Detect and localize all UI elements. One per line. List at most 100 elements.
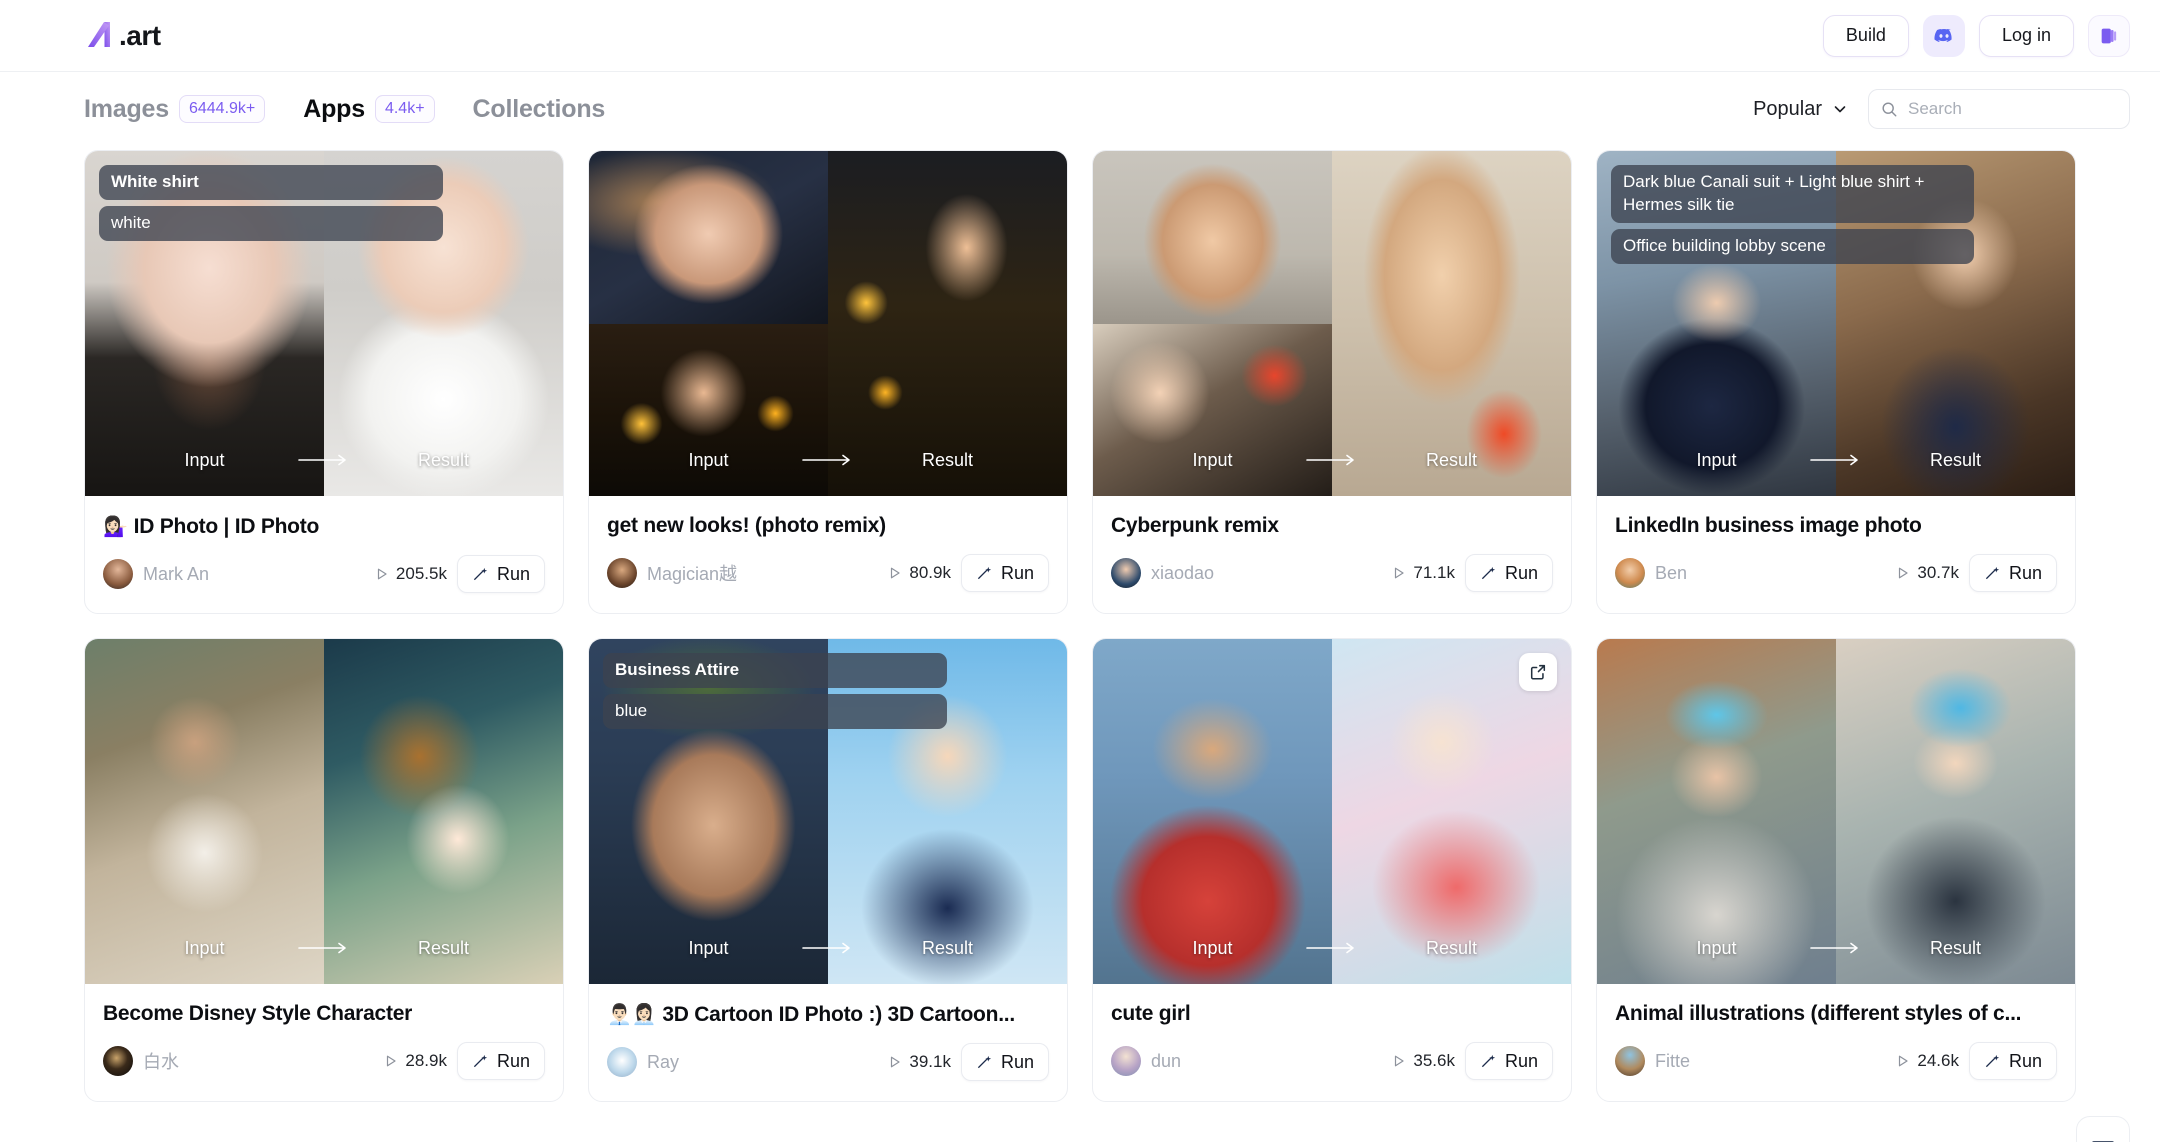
card-thumbnail: Input Result [85, 639, 563, 984]
play-count-icon [1395, 1055, 1404, 1067]
tab-images-count: 6444.9k+ [178, 94, 266, 124]
run-button[interactable]: Run [960, 554, 1049, 592]
avatar[interactable] [1111, 558, 1141, 588]
logo-text: .art [119, 19, 161, 51]
tag-item: white [99, 205, 444, 241]
a-logo-icon [88, 21, 110, 47]
avatar[interactable] [607, 1047, 637, 1077]
card-author[interactable]: Mark An [143, 564, 365, 585]
run-button[interactable]: Run [456, 555, 545, 593]
run-button[interactable]: Run [1968, 1042, 2057, 1080]
run-count-value: 24.6k [1917, 1051, 1959, 1070]
tab-images[interactable]: Images 6444.9k+ [84, 94, 266, 124]
card-author[interactable]: Magician越 [647, 560, 878, 586]
card-metarow: Magician越 80.9k Run [607, 554, 1049, 592]
card-metarow: Mark An 205.5k Run [103, 555, 545, 593]
app-card[interactable]: Input Result get new looks! (photo remix… [588, 150, 1068, 614]
run-count-value: 39.1k [909, 1052, 951, 1071]
card-title-text: ID Photo | ID Photo [133, 514, 320, 538]
discord-button[interactable] [1922, 14, 1965, 57]
avatar[interactable] [1615, 558, 1645, 588]
card-title: get new looks! (photo remix) [607, 514, 1049, 538]
search-input[interactable]: Search [1908, 99, 1962, 119]
run-button[interactable]: Run [1464, 554, 1553, 592]
share-button[interactable] [1519, 653, 1557, 691]
chevron-down-icon [1834, 106, 1846, 113]
run-count: 24.6k [1896, 1051, 1959, 1071]
thumb-tags: Business Attire blue [603, 653, 948, 729]
avatar[interactable] [607, 558, 637, 588]
app-card[interactable]: Input Result Cyberpunk remix xiaodao 71.… [1092, 150, 1572, 614]
card-author[interactable]: xiaodao [1151, 563, 1382, 584]
avatar[interactable] [103, 559, 133, 589]
library-button[interactable] [2088, 14, 2130, 57]
tab-collections-label: Collections [472, 94, 606, 123]
sparkle-wand-icon [1985, 566, 2000, 579]
thumb-tags: Dark blue Canali suit + Light blue shirt… [1611, 165, 1975, 264]
thumb-input [1093, 639, 1332, 984]
run-count-value: 205.5k [395, 564, 447, 583]
build-button[interactable]: Build [1822, 14, 1909, 57]
logo[interactable]: .art [84, 19, 161, 53]
sort-dropdown[interactable]: Popular [1753, 98, 1848, 121]
app-card[interactable]: White shirt white Input Result 💁🏻‍♀️ ID … [84, 150, 564, 614]
run-button[interactable]: Run [1968, 554, 2057, 592]
header-actions: Build Log in [1822, 14, 2130, 57]
tab-images-label: Images [84, 94, 169, 123]
run-button-label: Run [2008, 562, 2042, 583]
avatar[interactable] [103, 1046, 133, 1076]
card-author[interactable]: 白水 [143, 1048, 374, 1074]
run-button[interactable]: Run [1464, 1042, 1553, 1080]
card-title: Become Disney Style Character [103, 1002, 545, 1026]
tag-item: Business Attire [603, 653, 948, 688]
search-box[interactable]: Search [1868, 89, 2130, 129]
avatar[interactable] [1615, 1046, 1645, 1076]
sparkle-wand-icon [1985, 1054, 2000, 1067]
run-count: 205.5k [375, 564, 447, 584]
run-button-label: Run [1000, 1051, 1034, 1072]
tab-apps[interactable]: Apps 4.4k+ [303, 95, 435, 124]
run-count: 80.9k [888, 563, 951, 583]
card-author[interactable]: dun [1151, 1051, 1382, 1072]
run-count: 39.1k [888, 1052, 951, 1072]
run-button-label: Run [496, 563, 530, 584]
card-author[interactable]: Ray [647, 1052, 878, 1073]
avatar[interactable] [1111, 1046, 1141, 1076]
run-button[interactable]: Run [456, 1042, 545, 1080]
discord-icon [1934, 28, 1952, 42]
app-card[interactable]: Input Result Become Disney Style Charact… [84, 638, 564, 1102]
card-thumbnail: Input Result [1093, 151, 1571, 496]
card-metarow: Ben 30.7k Run [1615, 554, 2057, 592]
floating-action-button[interactable] [2076, 1116, 2130, 1142]
app-card[interactable]: Input Result cute girl dun 35.6k Run [1092, 638, 1572, 1102]
card-meta: get new looks! (photo remix) Magician越 8… [589, 496, 1067, 612]
run-count-value: 30.7k [1917, 563, 1959, 582]
play-count-icon [891, 1056, 900, 1068]
thumb-input [85, 639, 324, 984]
run-button[interactable]: Run [960, 1043, 1049, 1081]
sparkle-wand-icon [977, 1055, 992, 1068]
card-author[interactable]: Fitte [1655, 1051, 1886, 1072]
card-meta: LinkedIn business image photo Ben 30.7k [1597, 496, 2075, 612]
share-icon [1530, 664, 1546, 680]
login-button[interactable]: Log in [1978, 14, 2074, 57]
sparkle-wand-icon [1481, 566, 1496, 579]
app-card[interactable]: Business Attire blue Input Result 👨🏻‍💼👩🏻… [588, 638, 1068, 1102]
card-author[interactable]: Ben [1655, 563, 1886, 584]
thumb-input [589, 151, 828, 496]
card-title-text: Become Disney Style Character [103, 1002, 413, 1025]
app-card[interactable]: Dark blue Canali suit + Light blue shirt… [1596, 150, 2076, 614]
title-emoji: 👨🏻‍💼👩🏻‍💼 [607, 1004, 657, 1026]
app-card[interactable]: Input Result Animal illustrations (diffe… [1596, 638, 2076, 1102]
play-count-icon [1395, 567, 1404, 579]
card-title: Cyberpunk remix [1111, 514, 1553, 538]
play-count-icon [1899, 567, 1908, 579]
run-button-label: Run [1000, 562, 1034, 583]
card-metarow: 白水 28.9k Run [103, 1042, 545, 1080]
card-thumbnail: Dark blue Canali suit + Light blue shirt… [1597, 151, 2075, 496]
sparkle-wand-icon [473, 567, 488, 580]
card-meta: Become Disney Style Character 白水 28.9k R… [85, 984, 563, 1100]
card-title-text: cute girl [1111, 1002, 1191, 1025]
tab-collections[interactable]: Collections [473, 95, 606, 124]
run-button-label: Run [2008, 1050, 2042, 1071]
